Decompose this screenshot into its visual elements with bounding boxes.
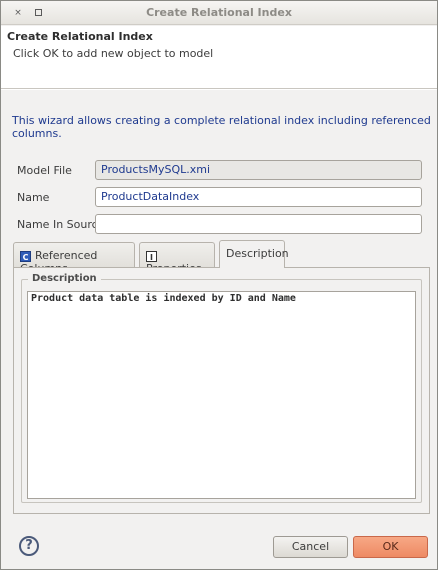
header-divider	[1, 88, 437, 90]
ok-button[interactable]: OK	[353, 536, 428, 558]
tab-label: Description	[226, 247, 289, 260]
tab-description[interactable]: Description	[219, 240, 289, 268]
tab-properties[interactable]: IProperties	[139, 242, 215, 275]
name-field[interactable]: ProductDataIndex	[95, 187, 422, 207]
group-label: Description	[28, 273, 101, 284]
wizard-description: This wizard allows creating a complete r…	[12, 114, 431, 140]
dialog-window: × Create Relational Index Create Relatio…	[0, 0, 438, 570]
name-in-source-label: Name In Source	[17, 218, 105, 231]
cancel-button[interactable]: Cancel	[273, 536, 348, 558]
help-icon[interactable]: ?	[19, 536, 39, 556]
description-tab-panel: Description Product data table is indexe…	[13, 267, 430, 514]
tab-referenced-columns[interactable]: CReferenced Columns	[13, 242, 135, 275]
header-title: Create Relational Index	[7, 30, 153, 43]
title-bar: × Create Relational Index	[1, 1, 437, 25]
name-in-source-field[interactable]	[95, 214, 422, 234]
model-file-field: ProductsMySQL.xmi	[95, 160, 422, 180]
description-textarea[interactable]: Product data table is indexed by ID and …	[27, 291, 416, 499]
column-icon: C	[20, 251, 31, 262]
window-title: Create Relational Index	[146, 6, 292, 19]
header-message: Click OK to add new object to model	[13, 47, 214, 60]
name-label: Name	[17, 191, 50, 204]
description-group: Description Product data table is indexe…	[21, 273, 422, 503]
wizard-header: Create Relational Index Click OK to add …	[1, 26, 437, 88]
properties-icon: I	[146, 251, 157, 262]
model-file-label: Model File	[17, 164, 72, 177]
